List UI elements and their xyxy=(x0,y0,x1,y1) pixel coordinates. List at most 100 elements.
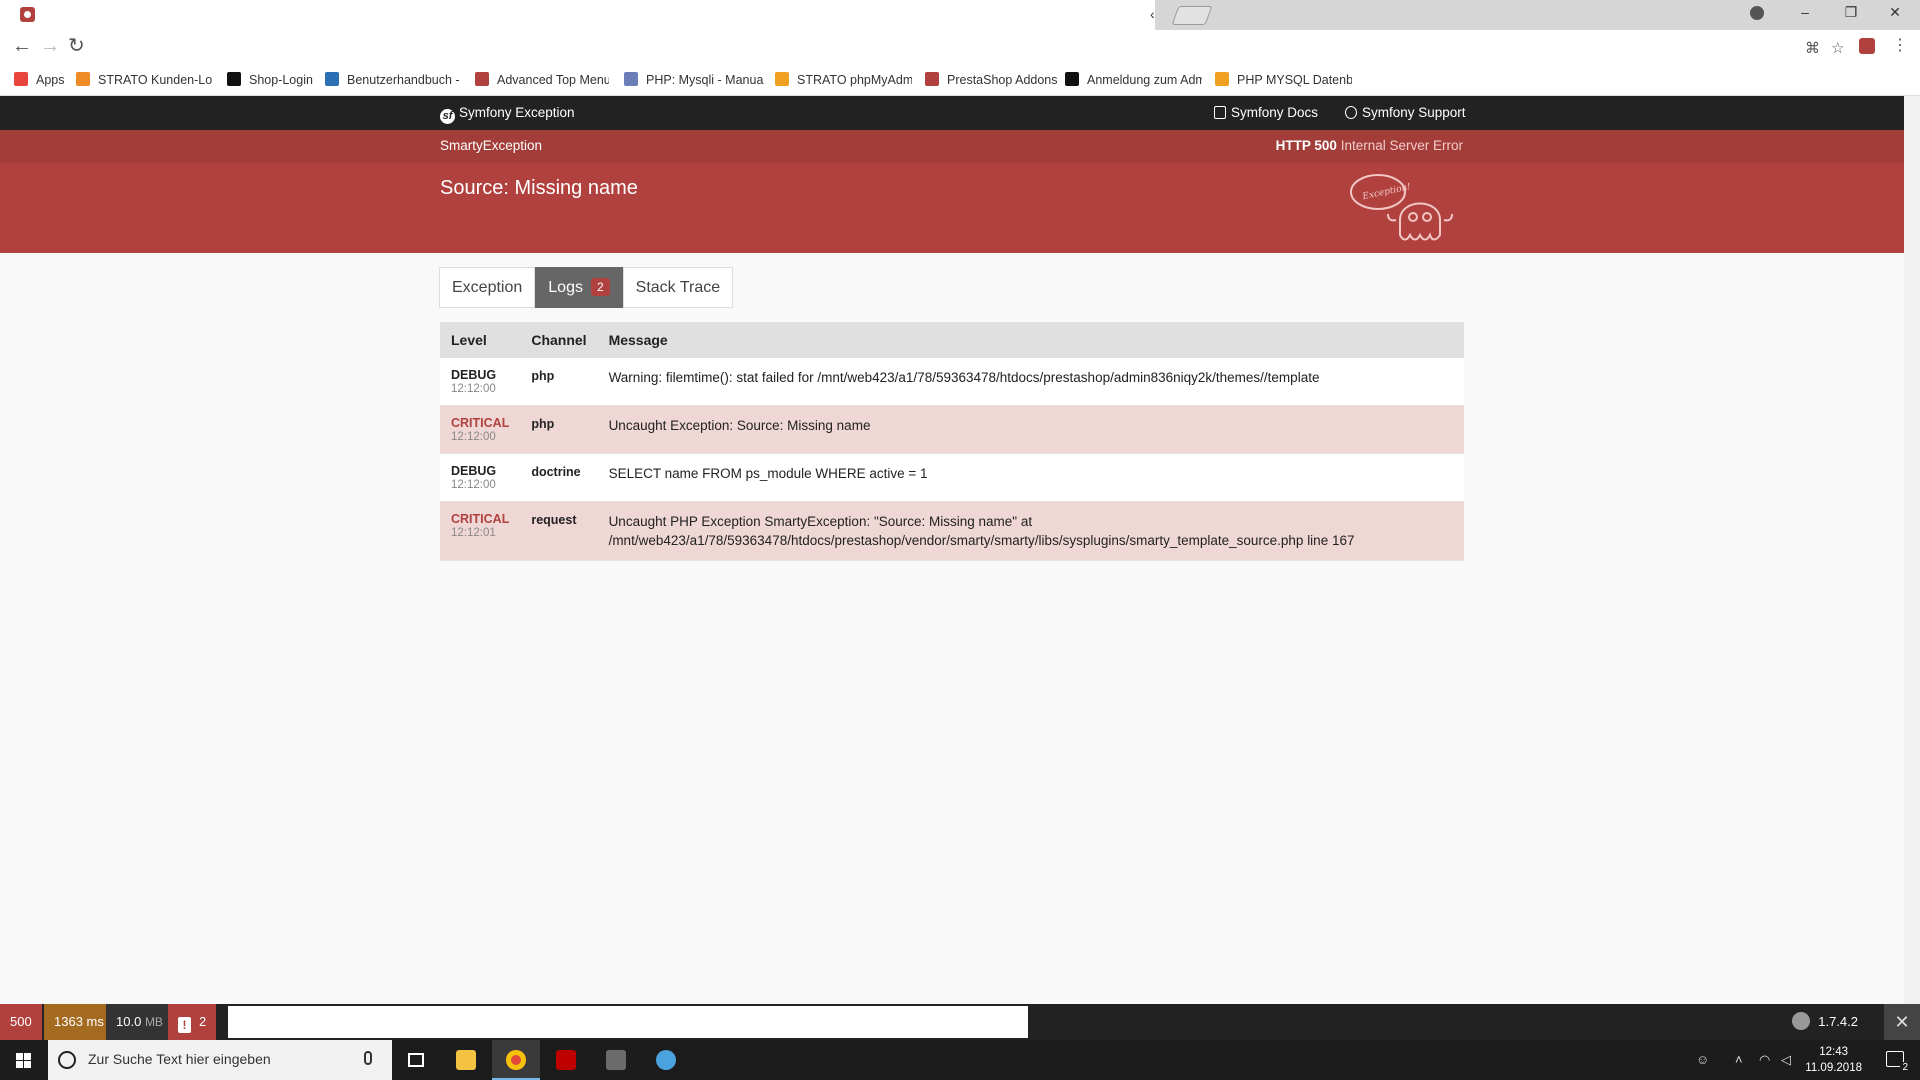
notification-count: 2 xyxy=(1900,1062,1910,1073)
new-tab-button[interactable] xyxy=(1171,6,1213,25)
menu-icon[interactable]: ⋮ xyxy=(1892,35,1908,57)
tab-exception[interactable]: Exception xyxy=(439,267,536,308)
log-time: 12:12:01 xyxy=(451,527,496,539)
exception-tabs: Exception Logs 2 Stack Trace xyxy=(439,267,734,308)
bookmark-item[interactable]: STRATO Kunden-Log xyxy=(76,70,212,90)
strato-icon xyxy=(76,72,90,86)
taskbar-app-paint[interactable] xyxy=(642,1040,690,1080)
prestashop-icon xyxy=(1792,1012,1811,1030)
bookmark-item[interactable]: STRATO phpMyAdm xyxy=(775,70,912,90)
log-channel: doctrine xyxy=(531,465,581,479)
tab-close-icon[interactable]: ‹ xyxy=(1150,6,1155,22)
page-scrollbar[interactable] xyxy=(1904,96,1920,1004)
toolbar-close-icon[interactable]: ✕ xyxy=(1884,1004,1920,1040)
bookmark-item[interactable]: Advanced Top Menu xyxy=(475,70,609,90)
php-icon xyxy=(624,72,638,86)
toolbar-search-field[interactable] xyxy=(228,1006,1028,1038)
symfony-logo-icon: sf xyxy=(440,109,455,124)
extension-icon[interactable] xyxy=(1859,38,1875,54)
symfony-docs-link[interactable]: Symfony Docs xyxy=(1214,105,1318,120)
paint-icon xyxy=(656,1050,676,1070)
tab-stack-trace[interactable]: Stack Trace xyxy=(622,267,734,308)
bookmark-item[interactable]: PHP MYSQL Datenba xyxy=(1215,70,1352,90)
column-header-message: Message xyxy=(597,322,1464,358)
app-icon xyxy=(606,1050,626,1070)
taskbar-app-explorer[interactable] xyxy=(442,1040,490,1080)
log-level: CRITICAL xyxy=(451,512,510,526)
toolbar-errors[interactable]: ! 2 xyxy=(168,1004,217,1040)
log-channel: php xyxy=(531,369,555,383)
browser-toolbar: ← → ↻ ⌘ ☆ ⋮ xyxy=(0,30,1920,64)
cortana-icon xyxy=(58,1051,76,1069)
bookmark-item[interactable]: Apps xyxy=(14,70,74,90)
search-placeholder: Zur Suche Text hier eingeben xyxy=(88,1051,271,1067)
close-window-button[interactable]: ✕ xyxy=(1880,4,1910,24)
symfony-header: sf Symfony Exception Symfony Docs Symfony… xyxy=(0,96,1904,130)
network-icon[interactable]: ◠ xyxy=(1759,1052,1770,1068)
windows-taskbar: Zur Suche Text hier eingeben ☺ ˄ ◠ ◁ 12:… xyxy=(0,1040,1920,1080)
log-message: Uncaught Exception: Source: Missing name xyxy=(608,418,871,433)
browser-tabstrip: ‹ – ❐ ✕ xyxy=(0,0,1920,30)
reload-icon[interactable]: ↻ xyxy=(68,35,85,57)
phpmyadmin-icon xyxy=(1215,72,1229,86)
translate-icon[interactable]: ⌘ xyxy=(1805,39,1820,57)
chrome-icon xyxy=(506,1050,526,1070)
tray-chevron-icon[interactable]: ˄ xyxy=(1735,1052,1743,1067)
log-level: DEBUG xyxy=(451,368,497,382)
toolbar-status-code[interactable]: 500 xyxy=(0,1004,42,1040)
log-level: DEBUG xyxy=(451,464,497,478)
task-view-button[interactable] xyxy=(392,1040,440,1080)
table-row: CRITICAL 12:12:01 request Uncaught PHP Ex… xyxy=(440,501,1464,561)
table-row: DEBUG 12:12:00 doctrine SELECT name FROM … xyxy=(440,453,1464,502)
toolbar-version[interactable]: 1.7.4.2 xyxy=(1792,1004,1858,1040)
exception-ghost-icon: Exception! xyxy=(1350,174,1453,241)
bookmark-item[interactable]: Benutzerhandbuch - xyxy=(325,70,460,90)
bookmark-item[interactable]: PrestaShop Addons xyxy=(925,70,1057,90)
symfony-support-link[interactable]: Symfony Support xyxy=(1345,105,1466,120)
alert-icon: ! xyxy=(178,1017,191,1033)
minimize-button[interactable]: – xyxy=(1790,4,1820,24)
column-header-channel: Channel xyxy=(520,322,598,358)
apps-grid-icon xyxy=(14,72,28,86)
table-row: CRITICAL 12:12:00 php Uncaught Exception:… xyxy=(440,405,1464,454)
log-level: CRITICAL xyxy=(451,416,510,430)
toolbar-memory[interactable]: 10.0 MB xyxy=(106,1004,173,1040)
volume-muted-icon[interactable]: ◁ xyxy=(1781,1052,1791,1068)
microphone-icon[interactable] xyxy=(364,1051,372,1065)
start-button[interactable] xyxy=(0,1040,48,1080)
log-time: 12:12:00 xyxy=(451,479,496,491)
taskbar-app-filezilla[interactable] xyxy=(542,1040,590,1080)
bookmark-item[interactable]: Shop-Login xyxy=(227,70,327,90)
profile-icon[interactable] xyxy=(1750,6,1764,20)
people-icon[interactable]: ☺ xyxy=(1696,1052,1709,1067)
log-message: SELECT name FROM ps_module WHERE active … xyxy=(608,466,928,481)
phpmyadmin-icon xyxy=(775,72,789,86)
lifebuoy-icon xyxy=(1345,106,1357,119)
taskbar-clock[interactable]: 12:43 11.09.2018 xyxy=(1805,1044,1862,1076)
taskbar-search-box[interactable]: Zur Suche Text hier eingeben xyxy=(48,1040,392,1080)
shop-icon xyxy=(227,72,241,86)
taskbar-app-chrome[interactable] xyxy=(492,1040,540,1080)
filezilla-icon xyxy=(556,1050,576,1070)
maximize-button[interactable]: ❐ xyxy=(1836,4,1866,24)
taskbar-app-other[interactable] xyxy=(592,1040,640,1080)
column-header-level: Level xyxy=(440,322,521,358)
log-message: Warning: filemtime(): stat failed for /m… xyxy=(608,370,1320,385)
toolbar-request-time[interactable]: 1363 ms xyxy=(44,1004,114,1040)
bookmark-item[interactable]: PHP: Mysqli - Manual xyxy=(624,70,764,90)
forward-icon[interactable]: → xyxy=(40,35,60,57)
bookmark-item[interactable]: Anmeldung zum Adm xyxy=(1065,70,1202,90)
favicon-icon xyxy=(20,7,35,22)
bookmark-star-icon[interactable]: ☆ xyxy=(1831,39,1844,57)
prestashop-icon xyxy=(925,72,939,86)
prestashop-icon xyxy=(475,72,489,86)
table-header-row: Level Channel Message xyxy=(440,322,1464,358)
browser-tab-active[interactable] xyxy=(0,0,1155,30)
tab-logs[interactable]: Logs 2 xyxy=(535,267,623,308)
table-row: DEBUG 12:12:00 php Warning: filemtime(): … xyxy=(440,358,1464,406)
exception-class: SmartyException xyxy=(440,138,543,153)
book-icon xyxy=(1214,106,1226,119)
back-icon[interactable]: ← xyxy=(12,35,32,57)
http-status: HTTP 500 Internal Server Error xyxy=(1275,138,1463,153)
address-bar[interactable]: ⌘ ☆ xyxy=(100,33,1844,61)
